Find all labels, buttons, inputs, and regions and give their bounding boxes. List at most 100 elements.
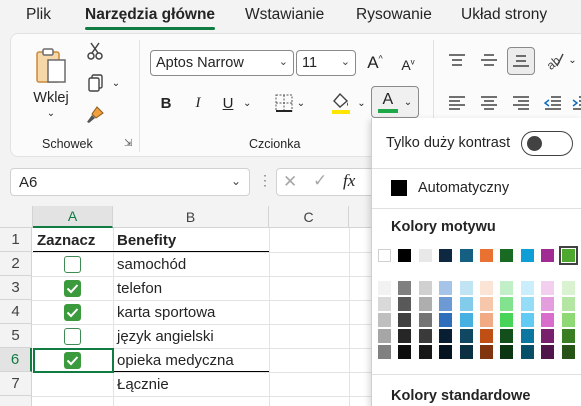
theme-shade-swatch[interactable]: [398, 281, 412, 295]
theme-shade-swatch[interactable]: [398, 297, 412, 311]
theme-color-swatch[interactable]: [520, 249, 534, 262]
increase-font-size-button[interactable]: A^: [363, 50, 387, 76]
dialog-launcher-icon[interactable]: ⇲: [124, 138, 132, 149]
checkbox-a6[interactable]: [64, 352, 81, 369]
theme-shade-swatch[interactable]: [439, 281, 453, 295]
bold-button[interactable]: B: [154, 91, 178, 115]
cell-b1[interactable]: Benefity: [113, 228, 176, 252]
theme-shade-swatch[interactable]: [520, 281, 534, 295]
theme-color-swatch[interactable]: [418, 249, 432, 262]
row-header-3[interactable]: 3: [0, 276, 32, 300]
theme-shade-swatch[interactable]: [378, 329, 391, 343]
theme-shade-swatch[interactable]: [480, 345, 493, 359]
theme-shade-swatch[interactable]: [439, 345, 453, 359]
paste-button[interactable]: Wklej ⌄: [31, 42, 71, 122]
theme-shade-swatch[interactable]: [459, 329, 473, 343]
theme-shade-swatch[interactable]: [439, 297, 453, 311]
align-right-button[interactable]: [509, 91, 533, 115]
theme-shade-swatch[interactable]: [418, 345, 432, 359]
align-bottom-button[interactable]: [507, 47, 535, 75]
automatic-color-option[interactable]: Automatyczny: [372, 174, 581, 202]
cell-b4[interactable]: karta sportowa: [113, 300, 215, 324]
theme-shade-swatch[interactable]: [459, 297, 473, 311]
theme-shade-swatch[interactable]: [500, 297, 514, 311]
checkbox-a3[interactable]: [64, 280, 81, 297]
theme-shade-swatch[interactable]: [459, 345, 473, 359]
cut-button[interactable]: [84, 40, 106, 62]
theme-color-swatch[interactable]: [541, 249, 555, 262]
theme-shade-swatch[interactable]: [561, 345, 575, 359]
theme-shade-swatch[interactable]: [459, 281, 473, 295]
row-header-4[interactable]: 4: [0, 300, 32, 324]
cell-b3[interactable]: telefon: [113, 276, 162, 300]
theme-shade-swatch[interactable]: [418, 281, 432, 295]
theme-shade-swatch[interactable]: [541, 281, 555, 295]
align-center-button[interactable]: [477, 91, 501, 115]
theme-color-swatch[interactable]: [500, 249, 514, 262]
theme-shade-swatch[interactable]: [541, 345, 555, 359]
checkbox-a2[interactable]: [64, 256, 81, 273]
theme-shade-swatch[interactable]: [480, 281, 493, 295]
theme-shade-swatch[interactable]: [398, 345, 412, 359]
font-color-button[interactable]: A ⌄: [371, 86, 419, 118]
enter-icon[interactable]: ✓: [313, 171, 327, 191]
chevron-down-icon[interactable]: ⌄: [243, 98, 251, 109]
theme-shade-swatch[interactable]: [398, 329, 412, 343]
borders-button[interactable]: ⌄: [271, 91, 309, 115]
fill-color-button[interactable]: ⌄: [323, 89, 373, 117]
theme-shade-swatch[interactable]: [561, 281, 575, 295]
tab-plik[interactable]: Plik: [26, 6, 51, 24]
cell-b6[interactable]: opieka medyczna: [113, 348, 234, 372]
theme-shade-swatch[interactable]: [520, 313, 534, 327]
theme-color-swatch[interactable]: [378, 249, 391, 262]
tab-wstawianie[interactable]: Wstawianie: [245, 6, 324, 24]
italic-button[interactable]: I: [186, 91, 210, 115]
row-header-5[interactable]: 5: [0, 324, 32, 348]
name-box[interactable]: A6 ⌄: [10, 168, 250, 196]
copy-button[interactable]: ⌄: [83, 72, 123, 94]
insert-function-button[interactable]: fx: [343, 171, 355, 191]
row-header-7[interactable]: 7: [0, 372, 32, 396]
theme-color-swatch[interactable]: [558, 246, 578, 265]
format-painter-button[interactable]: [84, 104, 106, 126]
column-header-c[interactable]: C: [269, 206, 349, 228]
row-header-1[interactable]: 1: [0, 228, 32, 252]
theme-shade-swatch[interactable]: [520, 345, 534, 359]
cell-b5[interactable]: język angielski: [113, 324, 214, 348]
theme-shade-swatch[interactable]: [459, 313, 473, 327]
theme-shade-swatch[interactable]: [500, 281, 514, 295]
theme-shade-swatch[interactable]: [378, 281, 391, 295]
theme-shade-swatch[interactable]: [561, 297, 575, 311]
font-size-select[interactable]: 11 ⌄: [296, 50, 356, 76]
column-header-b[interactable]: B: [113, 206, 269, 228]
increase-indent-button[interactable]: [569, 91, 581, 115]
orientation-button[interactable]: ab ⌄: [541, 48, 581, 72]
theme-color-swatch[interactable]: [398, 249, 412, 262]
decrease-indent-button[interactable]: [541, 91, 565, 115]
high-contrast-toggle[interactable]: [521, 131, 573, 156]
theme-shade-swatch[interactable]: [541, 329, 555, 343]
tab-uklad-strony[interactable]: Układ strony: [461, 6, 547, 24]
row-header-6[interactable]: 6: [0, 348, 32, 372]
theme-shade-swatch[interactable]: [500, 313, 514, 327]
align-top-button[interactable]: [445, 48, 469, 72]
theme-shade-swatch[interactable]: [378, 313, 391, 327]
theme-shade-swatch[interactable]: [398, 313, 412, 327]
theme-color-swatch[interactable]: [459, 249, 473, 262]
tab-narzedzia-glowne[interactable]: Narzędzia główne: [85, 6, 216, 30]
theme-shade-swatch[interactable]: [500, 329, 514, 343]
cancel-icon[interactable]: ✕: [283, 172, 297, 192]
theme-shade-swatch[interactable]: [418, 329, 432, 343]
theme-shade-swatch[interactable]: [541, 297, 555, 311]
cell-b7[interactable]: Łącznie: [113, 372, 169, 396]
theme-shade-swatch[interactable]: [500, 345, 514, 359]
decrease-font-size-button[interactable]: Av: [396, 53, 420, 77]
theme-shade-swatch[interactable]: [378, 297, 391, 311]
font-name-select[interactable]: Aptos Narrow ⌄: [150, 50, 294, 76]
row-header-8[interactable]: [0, 396, 32, 406]
cell-a1[interactable]: Zaznacz: [33, 228, 95, 252]
theme-shade-swatch[interactable]: [561, 313, 575, 327]
theme-shade-swatch[interactable]: [561, 329, 575, 343]
theme-color-swatch[interactable]: [439, 249, 453, 262]
theme-shade-swatch[interactable]: [480, 297, 493, 311]
